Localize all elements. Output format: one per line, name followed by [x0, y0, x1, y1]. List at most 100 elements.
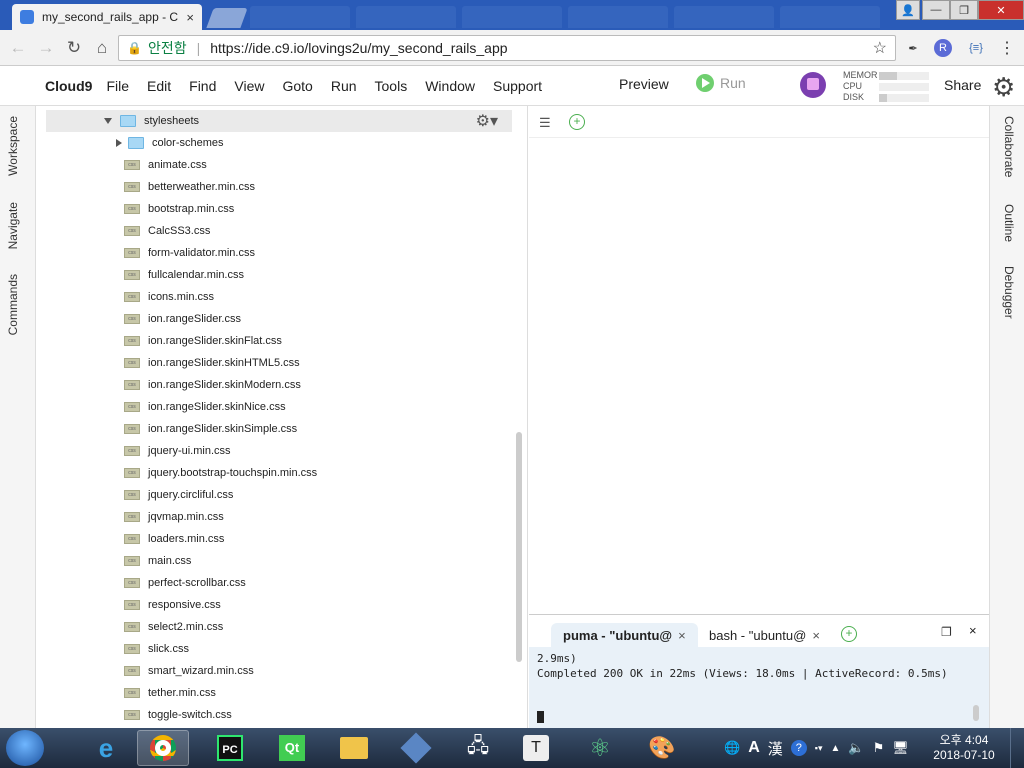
help-icon[interactable]: ?	[790, 740, 807, 756]
back-arrow-icon[interactable]: ←	[4, 38, 32, 58]
close-icon[interactable]: ×	[678, 628, 686, 643]
tree-row-file[interactable]: css ion.rangeSlider.skinSimple.css	[124, 418, 297, 440]
tab-navigate[interactable]: Navigate	[6, 202, 20, 249]
gear-icon[interactable]: ⚙	[992, 72, 1015, 103]
tree-row-file[interactable]: css fullcalendar.min.css	[124, 264, 244, 286]
terminal-tab-puma[interactable]: puma - "ubuntu@ ×	[551, 623, 698, 647]
add-tab-icon[interactable]: +	[569, 114, 585, 130]
extension-r-icon[interactable]: R	[934, 39, 952, 57]
expand-arrow-icon[interactable]	[104, 118, 112, 124]
pycharm-icon[interactable]: PC	[204, 730, 256, 766]
resource-metrics[interactable]: MEMOR CPU DISK	[843, 70, 929, 103]
chrome-icon[interactable]	[137, 730, 189, 766]
menu-window[interactable]: Window	[425, 78, 475, 94]
tab-workspace[interactable]: Workspace	[6, 116, 20, 176]
menu-tools[interactable]: Tools	[375, 78, 408, 94]
menu-view[interactable]: View	[234, 78, 264, 94]
tree-row-file[interactable]: css jquery.bootstrap-touchspin.min.css	[124, 462, 317, 484]
menu-find[interactable]: Find	[189, 78, 216, 94]
ime-mode-a[interactable]: A	[748, 739, 760, 757]
background-tab[interactable]	[674, 6, 774, 28]
share-button[interactable]: Share	[944, 77, 981, 93]
paint-icon[interactable]: 🎨	[636, 730, 688, 766]
tree-row-file[interactable]: css loaders.min.css	[124, 528, 224, 550]
tree-row-file[interactable]: css ion.rangeSlider.css	[124, 308, 241, 330]
tree-row-file[interactable]: css smart_wizard.min.css	[124, 660, 254, 682]
tree-row-stylesheets[interactable]: stylesheets ⚙▾	[46, 110, 512, 132]
tree-row-file[interactable]: css jquery-ui.min.css	[124, 440, 231, 462]
virtualbox-icon[interactable]	[390, 730, 442, 766]
qt-icon[interactable]: Qt	[266, 730, 318, 766]
tree-row-file[interactable]: css bootstrap.min.css	[124, 198, 234, 220]
tree-row-file[interactable]: css tether.min.css	[124, 682, 216, 704]
tree-row-file[interactable]: css jquery.circliful.css	[124, 484, 233, 506]
tree-row-file[interactable]: css jqvmap.min.css	[124, 506, 224, 528]
cloud9-brand[interactable]: Cloud9	[45, 78, 92, 94]
tab-close-icon[interactable]: ×	[186, 10, 194, 25]
network-icon[interactable]: 🖥	[892, 740, 909, 756]
tree-row-file[interactable]: css ion.rangeSlider.skinHTML5.css	[124, 352, 300, 374]
ime-mode-hanja[interactable]: 漢	[768, 738, 783, 759]
terminal-scrollbar[interactable]	[973, 705, 979, 721]
menu-file[interactable]: File	[106, 78, 129, 94]
menu-edit[interactable]: Edit	[147, 78, 171, 94]
run-button[interactable]: Run	[696, 74, 746, 92]
home-icon[interactable]: ⌂	[88, 38, 116, 58]
tab-commands[interactable]: Commands	[6, 274, 20, 335]
tree-row-file[interactable]: css perfect-scrollbar.css	[124, 572, 246, 594]
tree-row-file[interactable]: css ion.rangeSlider.skinNice.css	[124, 396, 286, 418]
tree-row-file[interactable]: css animate.css	[124, 154, 207, 176]
editor-area[interactable]: ☰ +	[529, 106, 989, 614]
tree-row-file[interactable]: css responsive.css	[124, 594, 221, 616]
tree-row-file[interactable]: css main.css	[124, 550, 191, 572]
close-window-button[interactable]: ✕	[978, 0, 1024, 20]
terminal-panel[interactable]: puma - "ubuntu@ × bash - "ubuntu@ × + ❐ …	[529, 614, 989, 728]
tree-scrollbar[interactable]	[516, 432, 522, 662]
terminal-tab-bash[interactable]: bash - "ubuntu@ ×	[697, 623, 832, 647]
atom-icon[interactable]: ⚛	[574, 730, 626, 766]
remote-desktop-icon[interactable]: 🖧	[452, 730, 504, 766]
tree-row-file[interactable]: css toggle-switch.css	[124, 704, 232, 726]
tab-debugger[interactable]: Debugger	[1002, 266, 1016, 319]
tab-collaborate[interactable]: Collaborate	[1002, 116, 1016, 177]
volume-icon[interactable]: 🔈	[848, 740, 864, 756]
bookmark-star-icon[interactable]: ☆	[873, 38, 887, 58]
start-button[interactable]	[6, 730, 44, 766]
ime-options-icon[interactable]: ▪▾	[815, 743, 823, 754]
tree-row-file[interactable]: css ion.rangeSlider.skinModern.css	[124, 374, 301, 396]
close-terminal-icon[interactable]: ×	[969, 623, 977, 638]
internet-explorer-icon[interactable]: e	[80, 730, 132, 766]
background-tab[interactable]	[568, 6, 668, 28]
menu-support[interactable]: Support	[493, 78, 542, 94]
tree-row-folder[interactable]: color-schemes	[116, 132, 224, 154]
background-tab[interactable]	[462, 6, 562, 28]
tab-menu-icon[interactable]: ☰	[539, 115, 551, 131]
background-tab[interactable]	[250, 6, 350, 28]
menu-run[interactable]: Run	[331, 78, 357, 94]
show-desktop-button[interactable]	[1010, 728, 1024, 768]
collapse-arrow-icon[interactable]	[116, 139, 122, 147]
tree-row-file[interactable]: css slick.css	[124, 638, 189, 660]
maximize-button[interactable]: ❐	[950, 0, 978, 20]
chrome-menu-icon[interactable]: ⋮	[998, 39, 1016, 57]
menu-goto[interactable]: Goto	[282, 78, 312, 94]
forward-arrow-icon[interactable]: →	[32, 38, 60, 58]
restore-icon[interactable]: ❐	[941, 625, 952, 639]
tab-outline[interactable]: Outline	[1002, 204, 1016, 242]
url-bar[interactable]: 🔒 안전함 | https://ide.c9.io/lovings2u/my_s…	[118, 35, 896, 61]
tree-row-file[interactable]: css CalcSS3.css	[124, 220, 210, 242]
extension-json-icon[interactable]: {≡}	[962, 39, 990, 57]
flag-icon[interactable]: ⚑	[873, 740, 885, 756]
reload-icon[interactable]: ↻	[60, 38, 88, 58]
typora-icon[interactable]: T	[510, 730, 562, 766]
ime-icon[interactable]: 🌐	[724, 740, 740, 756]
new-tab-button[interactable]	[206, 8, 248, 28]
background-tab[interactable]	[356, 6, 456, 28]
tree-settings-gear-icon[interactable]: ⚙▾	[476, 111, 498, 131]
preview-button[interactable]: Preview	[619, 76, 669, 92]
show-hidden-icons[interactable]: ▲	[830, 743, 840, 754]
tree-row-file[interactable]: css select2.min.css	[124, 616, 223, 638]
tree-row-file[interactable]: css ion.rangeSlider.skinFlat.css	[124, 330, 282, 352]
profile-icon[interactable]: 👤	[896, 0, 920, 20]
taskbar-clock[interactable]: 오후 4:04 2018-07-10	[928, 733, 1000, 763]
